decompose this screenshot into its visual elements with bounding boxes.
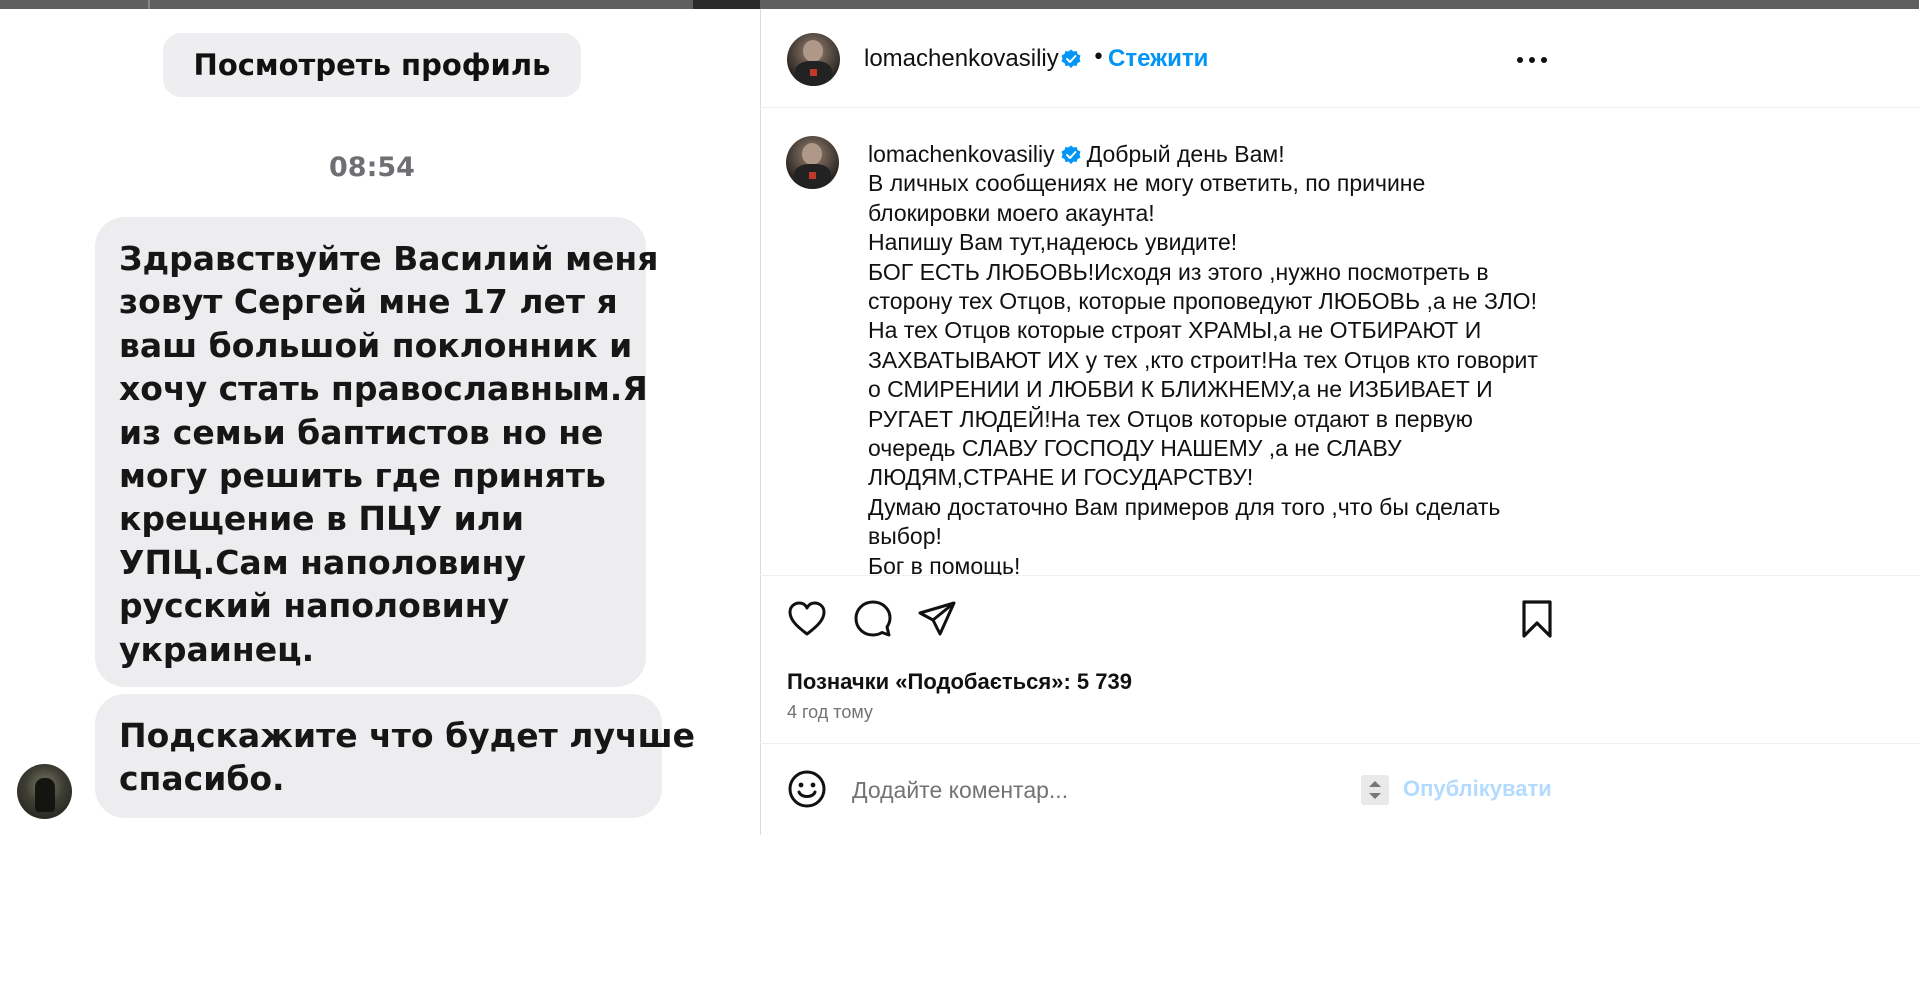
publish-comment-button[interactable]: Опублікувати [1403,776,1552,802]
top-edge-divider [148,0,150,9]
message-line: зовут Сергей мне 17 лет я [119,282,618,322]
caption-line: В личных сообщениях не могу ответить, по… [868,170,1426,197]
verified-badge-icon [1061,145,1081,164]
message-line: УПЦ.Сам наполовину [119,542,526,582]
avatar-head [802,143,822,165]
comment-input[interactable] [852,775,1332,805]
emoji-smile-icon[interactable] [787,769,827,809]
caption-line: выбор! [868,523,942,550]
caption-line: Думаю достаточно Вам примеров для того ,… [868,493,1501,520]
up-down-arrows-icon [1369,781,1381,799]
caption-line: очередь СЛАВУ ГОСПОДУ НАШЕМУ ,а не СЛАВУ [868,435,1402,462]
caption-line: сторону тех Отцов, которые проповедуют Л… [868,288,1537,315]
caption-line: о СМИРЕНИИ И ЛЮБВИ К БЛИЖНЕМУ,а не ИЗБИВ… [868,376,1493,403]
author-avatar[interactable] [787,33,840,86]
comment-bar: Опублікувати [760,745,1919,835]
avatar-logo [809,172,816,179]
author-username[interactable]: lomachenkovasiliy [864,45,1059,73]
paper-plane-icon[interactable] [917,599,957,639]
likes-count[interactable]: Позначки «Подобається»: 5 739 [787,669,1132,695]
more-dots-icon[interactable] [1517,57,1547,63]
message-line: Подскажите что будет лучше [119,716,696,755]
message-line: ваш большой поклонник и [119,325,633,365]
post-caption: lomachenkovasiliy Добрый день Вам! В личн… [760,109,1919,576]
sender-avatar[interactable] [17,764,72,819]
avatar-logo [810,69,817,76]
avatar-figure [35,778,55,812]
caption-line: На тех Отцов которые строят ХРАМЫ,а не О… [868,317,1482,344]
view-profile-button[interactable]: Посмотреть профиль [163,33,581,97]
chat-timestamp: 08:54 [329,152,415,183]
dot [1541,57,1547,63]
caption-username[interactable]: lomachenkovasiliy [868,141,1055,167]
post-timestamp[interactable]: 4 год тому [787,702,873,723]
avatar-head [803,40,823,62]
comment-bubble-icon[interactable] [853,599,893,639]
chat-screenshot: Посмотреть профиль 08:54 Здравствуйте Ва… [0,0,760,1004]
header-separator: • [1092,45,1105,70]
caption-line: Добрый день Вам! [1086,141,1285,167]
caption-line: Бог в помощь! [868,552,1021,576]
caption-line: Напишу Вам тут,надеюсь увидите! [868,229,1238,256]
top-edge-segment [693,0,760,9]
message-line: могу решить где принять [119,456,606,496]
bookmark-icon[interactable] [1517,599,1557,639]
caption-text: lomachenkovasiliy Добрый день Вам! В личн… [868,140,1568,576]
caption-line: блокировки моего акаунта! [868,199,1155,226]
caption-first-line: lomachenkovasiliy Добрый день Вам! [868,140,1568,169]
message-line: хочу стать православным.Я [119,369,648,409]
caption-line: РУГАЕТ ЛЮДЕЙ!На тех Отцов которые отдают… [868,405,1473,432]
verified-badge-icon [1061,49,1081,68]
message-line: спасибо. [119,759,285,798]
dot [1529,57,1535,63]
chat-message-bubble: Здравствуйте Василий меня зовут Сергей м… [95,217,659,687]
caption-author-avatar[interactable] [786,136,839,189]
message-line: из семьи баптистов но не [119,412,604,452]
chat-message-bubble: Подскажите что будет лучше спасибо. [95,694,696,818]
caption-line: ЛЮДЯМ,СТРАНЕ И ГОСУДАРСТВУ! [868,464,1254,491]
scroll-stepper[interactable] [1361,775,1389,805]
instagram-post-panel: lomachenkovasiliy • Стежити lomachenkova… [760,0,1919,1004]
post-header: lomachenkovasiliy • Стежити [760,9,1919,108]
top-edge-bar [0,0,760,9]
dot [1517,57,1523,63]
follow-button[interactable]: Стежити [1108,45,1208,73]
caption-line: БОГ ЕСТЬ ЛЮБОВЬ!Исходя из этого ,нужно п… [868,258,1489,285]
message-line: русский наполовину [119,586,510,626]
caption-line: ЗАХВАТЫВАЮТ ИХ у тех ,кто строит!На тех … [868,346,1538,373]
panel-empty-area [760,835,1919,1004]
message-line: крещение в ПЦУ или [119,499,525,539]
heart-icon[interactable] [787,599,827,639]
message-line: Здравствуйте Василий меня [119,239,659,278]
top-edge-bar [760,0,1919,9]
post-actions: Позначки «Подобається»: 5 739 4 год тому [760,577,1919,744]
message-line: украинец. [119,629,315,669]
